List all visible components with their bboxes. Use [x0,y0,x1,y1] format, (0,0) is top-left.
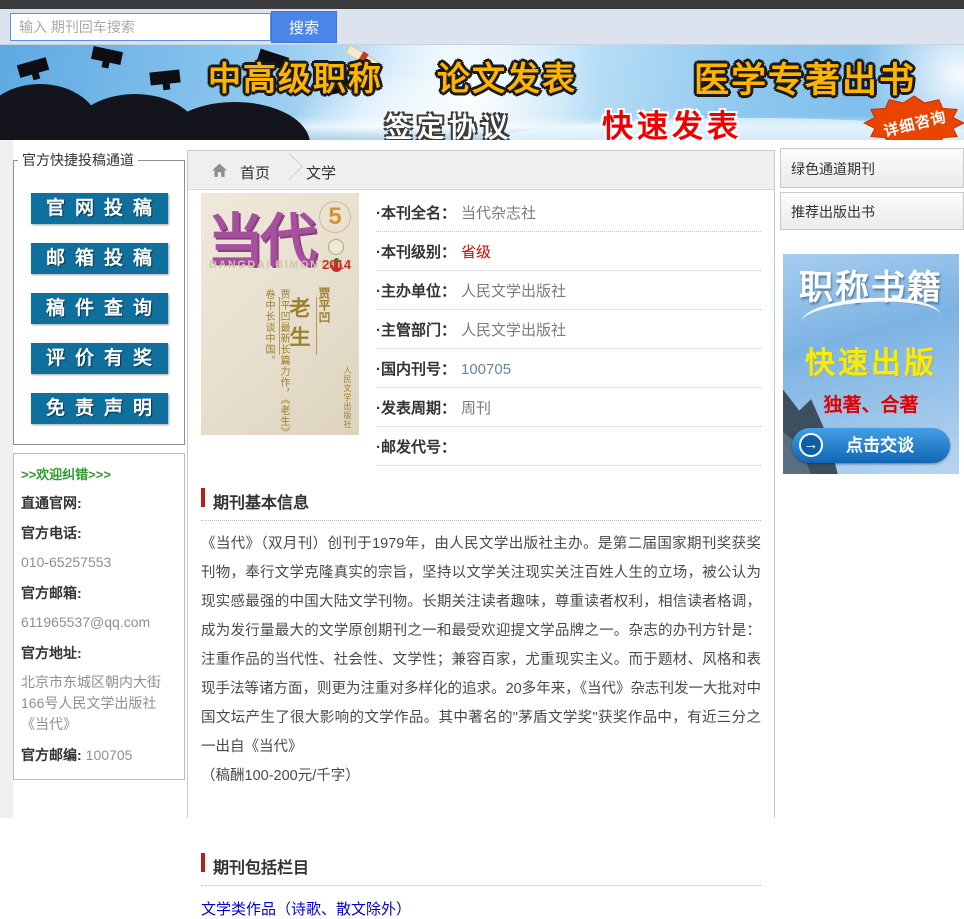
payment-note: （稿酬100-200元/千字） [201,762,761,791]
breadcrumb-current: 文学 [306,162,336,183]
promo-banner[interactable]: 中高级职称 论文发表 医学专著出书 签定协议 快速发表 详细咨询 [0,45,964,140]
field-label: ·本刊全名： [376,205,456,222]
ad-subtitle: 快速出版 [783,338,959,382]
quick-submit-panel: 官方快捷投稿通道 官网投稿 邮箱投稿 稿件查询 评价有奖 免责声明 [13,150,185,445]
zip-label-text: 官方邮编: [21,747,82,763]
chevron-right-icon [276,153,303,180]
cover-issue-number: 5 [319,201,351,233]
contact-panel: >>欢迎纠错>>> 直通官网: 官方电话: 010-65257553 官方邮箱:… [13,453,185,780]
field-row-postal-code: ·邮发代号： [376,427,761,466]
official-site-submit-button[interactable]: 官网投稿 [31,193,168,224]
journal-fields: ·本刊全名： 当代杂志社 ·本刊级别： 省级 ·主办单位： 人民文学出版社 ·主管部门… [376,193,761,466]
green-channel-header[interactable]: 绿色通道期刊 [780,148,964,188]
page-left-margin [0,140,13,818]
field-row-full-name: ·本刊全名： 当代杂志社 [376,193,761,232]
ad-tags: 独著、合著 [783,390,959,417]
red-bar [201,488,205,507]
field-value: 周刊 [461,400,491,417]
chat-now-button[interactable]: → 点击交谈 [792,428,950,463]
phone-value: 010-65257553 [21,552,177,573]
banner-sub-agreement: 签定协议 [385,106,513,140]
publishing-ad-banner[interactable]: 职称书籍 快速出版 独著、合著 → 点击交谈 [783,254,959,474]
disclaimer-button[interactable]: 免责声明 [31,393,168,424]
cover-year: 2014 [322,257,351,272]
field-row-cn-number: ·国内刊号： 100705 [376,349,761,388]
cover-seal-icon [328,239,344,255]
journal-description: 《当代》（双月刊）创刊于1979年，由人民文学出版社主办。是第二届国家期刊奖获奖… [201,530,761,762]
section-header-columns: 期刊包括栏目 [201,853,761,886]
banner-title-zhicheng: 中高级职称 [208,52,383,100]
field-label: ·主办单位： [376,283,456,300]
field-row-level: ·本刊级别： 省级 [376,232,761,271]
search-button[interactable]: 搜索 [271,11,337,43]
review-reward-button[interactable]: 评价有奖 [31,343,168,374]
field-label: ·邮发代号： [376,439,456,456]
arrow-right-icon: → [799,433,823,457]
address-label: 官方地址: [21,643,177,663]
right-sidebar: 绿色通道期刊 推荐出版出书 职称书籍 快速出版 独著、合著 → 点击交谈 [780,148,964,474]
field-value: 人民文学出版社 [461,283,566,300]
section-header-basic-info: 期刊基本信息 [201,488,761,521]
graduation-cap-icon [17,57,49,78]
banner-title-lunwen: 论文发表 [437,52,577,100]
consult-badge[interactable]: 详细咨询 [862,95,964,140]
field-row-frequency: ·发表周期： 周刊 [376,388,761,427]
email-value: 611965537@qq.com [21,612,177,633]
main-content: 首页 文学 当代 5 DANGDAI BIMONTHLY 2014 贾平凹 老生… [187,150,775,818]
banner-sub-fast-publish: 快速发表 [602,101,742,140]
field-value: 人民文学出版社 [461,322,566,339]
address-value: 北京市东城区朝内大街166号人民文学出版社《当代》 [21,672,177,735]
email-label: 官方邮箱: [21,583,177,603]
quick-submit-legend: 官方快捷投稿通道 [18,150,138,170]
graduation-cap-icon [91,46,123,65]
top-dark-bar [0,0,964,9]
field-row-supervisor: ·主管部门： 人民文学出版社 [376,310,761,349]
chat-now-label: 点击交谈 [846,436,914,455]
cover-publisher: 人民文学出版社 [342,366,353,429]
field-value: 当代杂志社 [461,205,536,222]
error-report-link[interactable]: >>欢迎纠错>>> [21,464,177,483]
search-bar: 搜索 [0,9,964,45]
field-label: ·本刊级别： [376,244,456,261]
email-submit-button[interactable]: 邮箱投稿 [31,243,168,274]
section-title: 期刊基本信息 [213,495,309,512]
field-value: 100705 [461,361,511,378]
zip-label: 官方邮编:100705 [21,745,177,765]
zip-value: 100705 [86,747,133,763]
field-row-sponsor: ·主办单位： 人民文学出版社 [376,271,761,310]
field-value-level: 省级 [461,244,491,261]
field-label: ·主管部门： [376,322,456,339]
section-title: 期刊包括栏目 [213,860,309,877]
cover-tagline: 贾平凹最新长篇力作，《老生》卷中长谈中国。 [261,289,291,435]
home-icon[interactable] [211,162,228,179]
recommended-publishing-header[interactable]: 推荐出版出书 [780,192,964,230]
left-sidebar: 官方快捷投稿通道 官网投稿 邮箱投稿 稿件查询 评价有奖 免责声明 >>欢迎纠错… [13,150,185,780]
graduation-cap-icon [149,69,180,85]
breadcrumb-home-link[interactable]: 首页 [240,162,270,183]
field-label: ·国内刊号： [376,361,456,378]
manuscript-query-button[interactable]: 稿件查询 [31,293,168,324]
cover-author: 贾平凹 [316,287,333,323]
field-label: ·发表周期： [376,400,456,417]
search-input[interactable] [10,13,271,41]
phone-label: 官方电话: [21,523,177,543]
red-bar [201,853,205,872]
column-category-link[interactable]: 文学类作品（诗歌、散文除外） [201,898,411,919]
journal-detail: 当代 5 DANGDAI BIMONTHLY 2014 贾平凹 老生 贾平凹最新… [188,190,774,919]
official-site-label: 直通官网: [21,493,177,513]
journal-cover-image[interactable]: 当代 5 DANGDAI BIMONTHLY 2014 贾平凹 老生 贾平凹最新… [201,193,359,435]
breadcrumb: 首页 文学 [188,151,774,190]
